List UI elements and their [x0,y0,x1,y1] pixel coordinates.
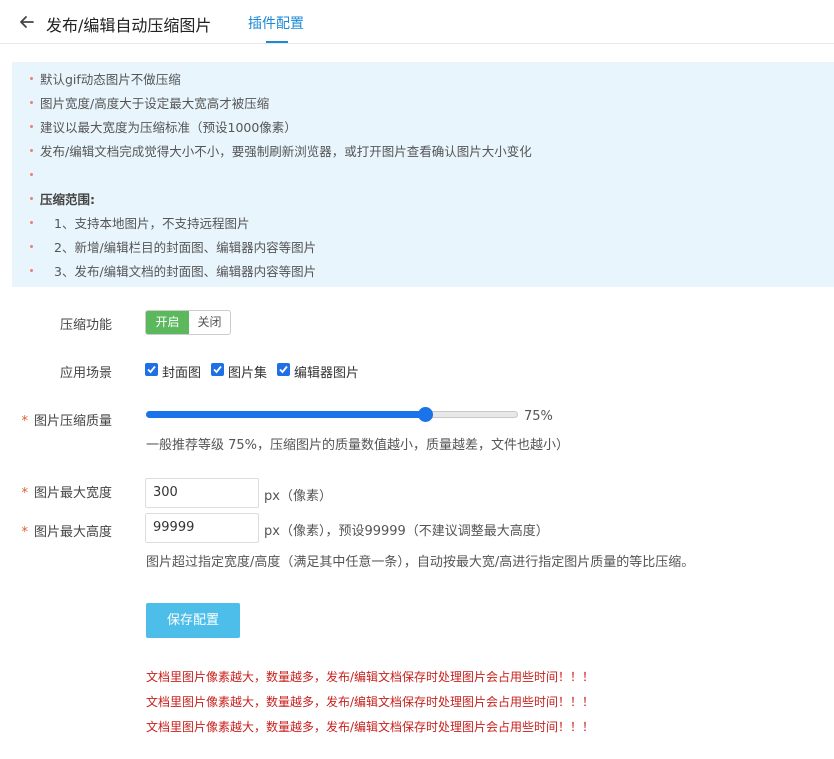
checkbox-checked-icon[interactable] [211,363,224,376]
max-width-input[interactable]: 300 [145,478,259,508]
warning-text: 文档里图片像素越大，数量越多，发布/编辑文档保存时处理图片会占用些时间！！！ [146,670,595,684]
bullet-icon [30,125,33,128]
bullet-icon [30,149,33,152]
notice-box: 默认gif动态图片不做压缩 图片宽度/高度大于设定最大宽高才被压缩 建议以最大宽… [12,62,834,287]
page-header: 发布/编辑自动压缩图片 插件配置 [0,0,834,44]
tab-plugin-config[interactable]: 插件配置 [248,13,304,33]
quality-help-text: 一般推荐等级 75%，压缩图片的质量数值越小，质量越差，文件也越小） [146,438,570,453]
page-title: 发布/编辑自动压缩图片 [46,16,212,35]
back-arrow-icon[interactable] [16,11,38,33]
bullet-icon [30,245,33,248]
quality-label: * 图片压缩质量 [21,414,112,429]
quality-value: 75% [524,409,553,424]
warning-text: 文档里图片像素越大，数量越多，发布/编辑文档保存时处理图片会占用些时间！！！ [146,720,595,734]
warning-text: 文档里图片像素越大，数量越多，发布/编辑文档保存时处理图片会占用些时间！！！ [146,695,595,709]
max-height-help-text: 图片超过指定宽度/高度（满足其中任意一条），自动按最大宽/高进行指定图片质量的等… [146,555,695,570]
scene-label: 应用场景 [59,366,112,381]
bullet-icon [30,197,33,200]
quality-slider-fill [146,411,425,418]
bullet-icon [30,173,33,176]
bullet-icon [30,221,33,224]
quality-slider-handle[interactable] [417,407,433,422]
bullet-icon [30,77,33,80]
max-width-unit: px（像素） [264,489,332,504]
toggle-off-button[interactable]: 关闭 [189,311,230,334]
max-height-label: * 图片最大高度 [21,525,112,540]
toggle-on-button[interactable]: 开启 [146,311,189,334]
tab-active-indicator [266,41,288,43]
checkbox-image-set[interactable]: 图片集 [211,362,271,381]
compress-toggle[interactable]: 开启 关闭 [145,310,231,335]
checkbox-checked-icon[interactable] [145,363,158,376]
max-height-input[interactable]: 99999 [145,513,259,543]
bullet-icon [30,269,33,272]
max-width-label: * 图片最大宽度 [21,486,112,501]
checkbox-editor-image[interactable]: 编辑器图片 [277,362,367,381]
max-height-unit: px（像素），预设99999（不建议调整最大高度） [264,524,549,539]
checkbox-checked-icon[interactable] [277,363,290,376]
save-config-button[interactable]: 保存配置 [146,603,240,638]
checkbox-cover-image[interactable]: 封面图 [145,362,205,381]
compress-label: 压缩功能 [59,318,112,333]
bullet-icon [30,101,33,104]
